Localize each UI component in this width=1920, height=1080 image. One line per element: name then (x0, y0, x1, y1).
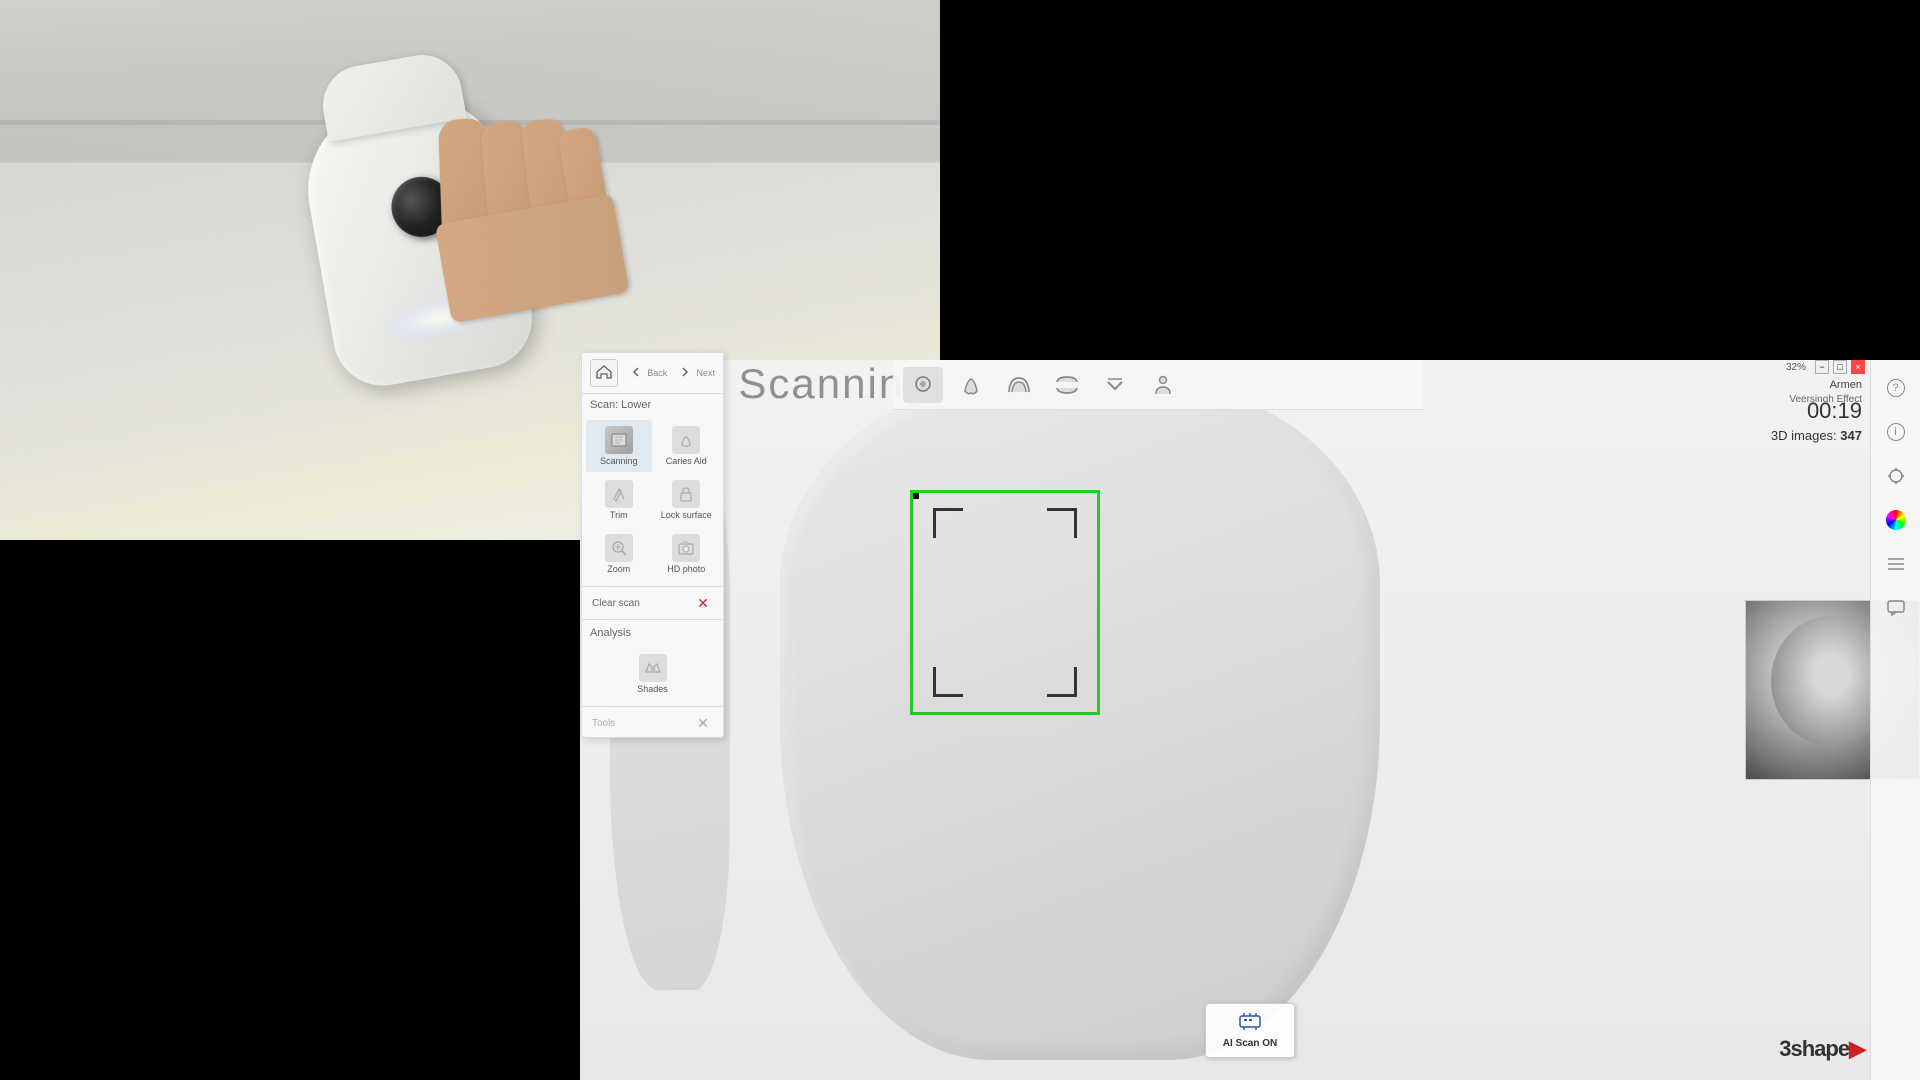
hd-photo-icon (672, 534, 700, 562)
zoom-label: Zoom (607, 564, 630, 574)
analysis-tools: Shades (582, 644, 723, 704)
next-label: Next (696, 368, 715, 378)
trim-icon (605, 480, 633, 508)
close-button[interactable]: × (1851, 360, 1865, 374)
right-panel: ? i (1870, 360, 1920, 1080)
layers-icon (1887, 557, 1905, 571)
left-panel: Back Next Scan: Lower Scanning (581, 352, 724, 738)
3shape-logo: 3shape▶ (1779, 1036, 1865, 1062)
corner-br (1047, 667, 1077, 697)
hd-photo-label: HD photo (667, 564, 705, 574)
back-button[interactable] (622, 359, 650, 387)
divider-1 (582, 586, 723, 587)
toolbar-btn-bite[interactable] (1047, 367, 1087, 403)
stats-panel: 00:19 3D images: 347 (1771, 398, 1862, 443)
images-count-text: 3D images: 347 (1771, 428, 1862, 443)
scan-view: AI Scan ON 3shape▶ (580, 360, 1920, 1080)
tools-label: Tools (592, 718, 615, 729)
clear-scan-row: Clear scan ✕ (582, 589, 723, 617)
shades-label: Shades (637, 684, 668, 694)
right-panel-btn-color[interactable] (1878, 502, 1914, 538)
tools-grid: Scanning Caries Aid Trim (582, 416, 723, 584)
tool-shades[interactable]: Shades (586, 648, 719, 700)
right-panel-btn-info[interactable]: i (1878, 414, 1914, 450)
scan-rectangle (910, 490, 1100, 715)
corner-tl (933, 508, 963, 538)
corner-bl (933, 667, 963, 697)
analysis-title: Analysis (582, 622, 723, 644)
toolbar-btn-down[interactable] (1095, 367, 1135, 403)
ai-scan-icon (1239, 1012, 1261, 1035)
bottom-left-black (0, 540, 580, 1080)
divider-2 (582, 619, 723, 620)
color-wheel-icon (1886, 510, 1906, 530)
caries-label: Caries Aid (666, 456, 707, 466)
shades-icon (639, 654, 667, 682)
tool-zoom[interactable]: Zoom (586, 528, 652, 580)
lock-surface-label: Lock surface (661, 510, 712, 520)
ai-scan-label: AI Scan ON (1223, 1038, 1277, 1049)
clear-scan-label: Clear scan (592, 598, 640, 609)
zoom-icon (605, 534, 633, 562)
lock-icon (672, 480, 700, 508)
left-panel-header: Back Next (582, 353, 723, 394)
tool-hd-photo[interactable]: HD photo (654, 528, 720, 580)
toolbar-btn-tooth2[interactable] (951, 367, 991, 403)
timer: 00:19 (1771, 398, 1862, 424)
toolbar-btn-person[interactable] (1143, 367, 1183, 403)
crosshair-icon (1887, 467, 1905, 485)
caries-icon (672, 426, 700, 454)
right-panel-btn-help[interactable]: ? (1878, 370, 1914, 406)
clear-scan-button[interactable]: ✕ (693, 593, 713, 613)
back-label: Back (647, 368, 667, 378)
logo-text: 3shape (1779, 1036, 1849, 1061)
top-toolbar (893, 360, 1423, 410)
tool-caries-aid[interactable]: Caries Aid (654, 420, 720, 472)
window-controls: 32% − □ × (1786, 360, 1865, 374)
tool-lock-surface[interactable]: Lock surface (654, 474, 720, 526)
toolbar-btn-tooth1[interactable] (903, 367, 943, 403)
right-panel-btn-crosshair[interactable] (1878, 458, 1914, 494)
maximize-button[interactable]: □ (1833, 360, 1847, 374)
scan-title: Scan: Lower (582, 394, 723, 416)
scan-model-main (780, 380, 1380, 1060)
zoom-percent: 32% (1786, 362, 1806, 373)
close-tools-button[interactable]: ✕ (693, 713, 713, 733)
tools-footer: Tools ✕ (582, 709, 723, 737)
ai-scan-button[interactable]: AI Scan ON (1205, 1003, 1295, 1058)
logo-triangle: ▶ (1849, 1036, 1865, 1061)
scanning-icon (605, 426, 633, 454)
help-icon: ? (1887, 379, 1905, 397)
info-icon: i (1887, 423, 1905, 441)
right-panel-btn-chat[interactable] (1878, 590, 1914, 626)
home-button[interactable] (590, 359, 618, 387)
minimize-button[interactable]: − (1815, 360, 1829, 374)
images-count: 347 (1840, 428, 1862, 443)
toolbar-btn-arch[interactable] (999, 367, 1039, 403)
tool-trim[interactable]: Trim (586, 474, 652, 526)
scanning-label: Scanning (600, 456, 638, 466)
trim-label: Trim (610, 510, 628, 520)
right-black (940, 0, 1920, 360)
chat-icon (1887, 600, 1905, 616)
right-panel-btn-layers[interactable] (1878, 546, 1914, 582)
divider-3 (582, 706, 723, 707)
corner-tr (1047, 508, 1077, 538)
tool-scanning[interactable]: Scanning (586, 420, 652, 472)
images-label: 3D images: (1771, 428, 1837, 443)
next-button[interactable] (671, 359, 699, 387)
user-name: Armen (1789, 378, 1862, 393)
